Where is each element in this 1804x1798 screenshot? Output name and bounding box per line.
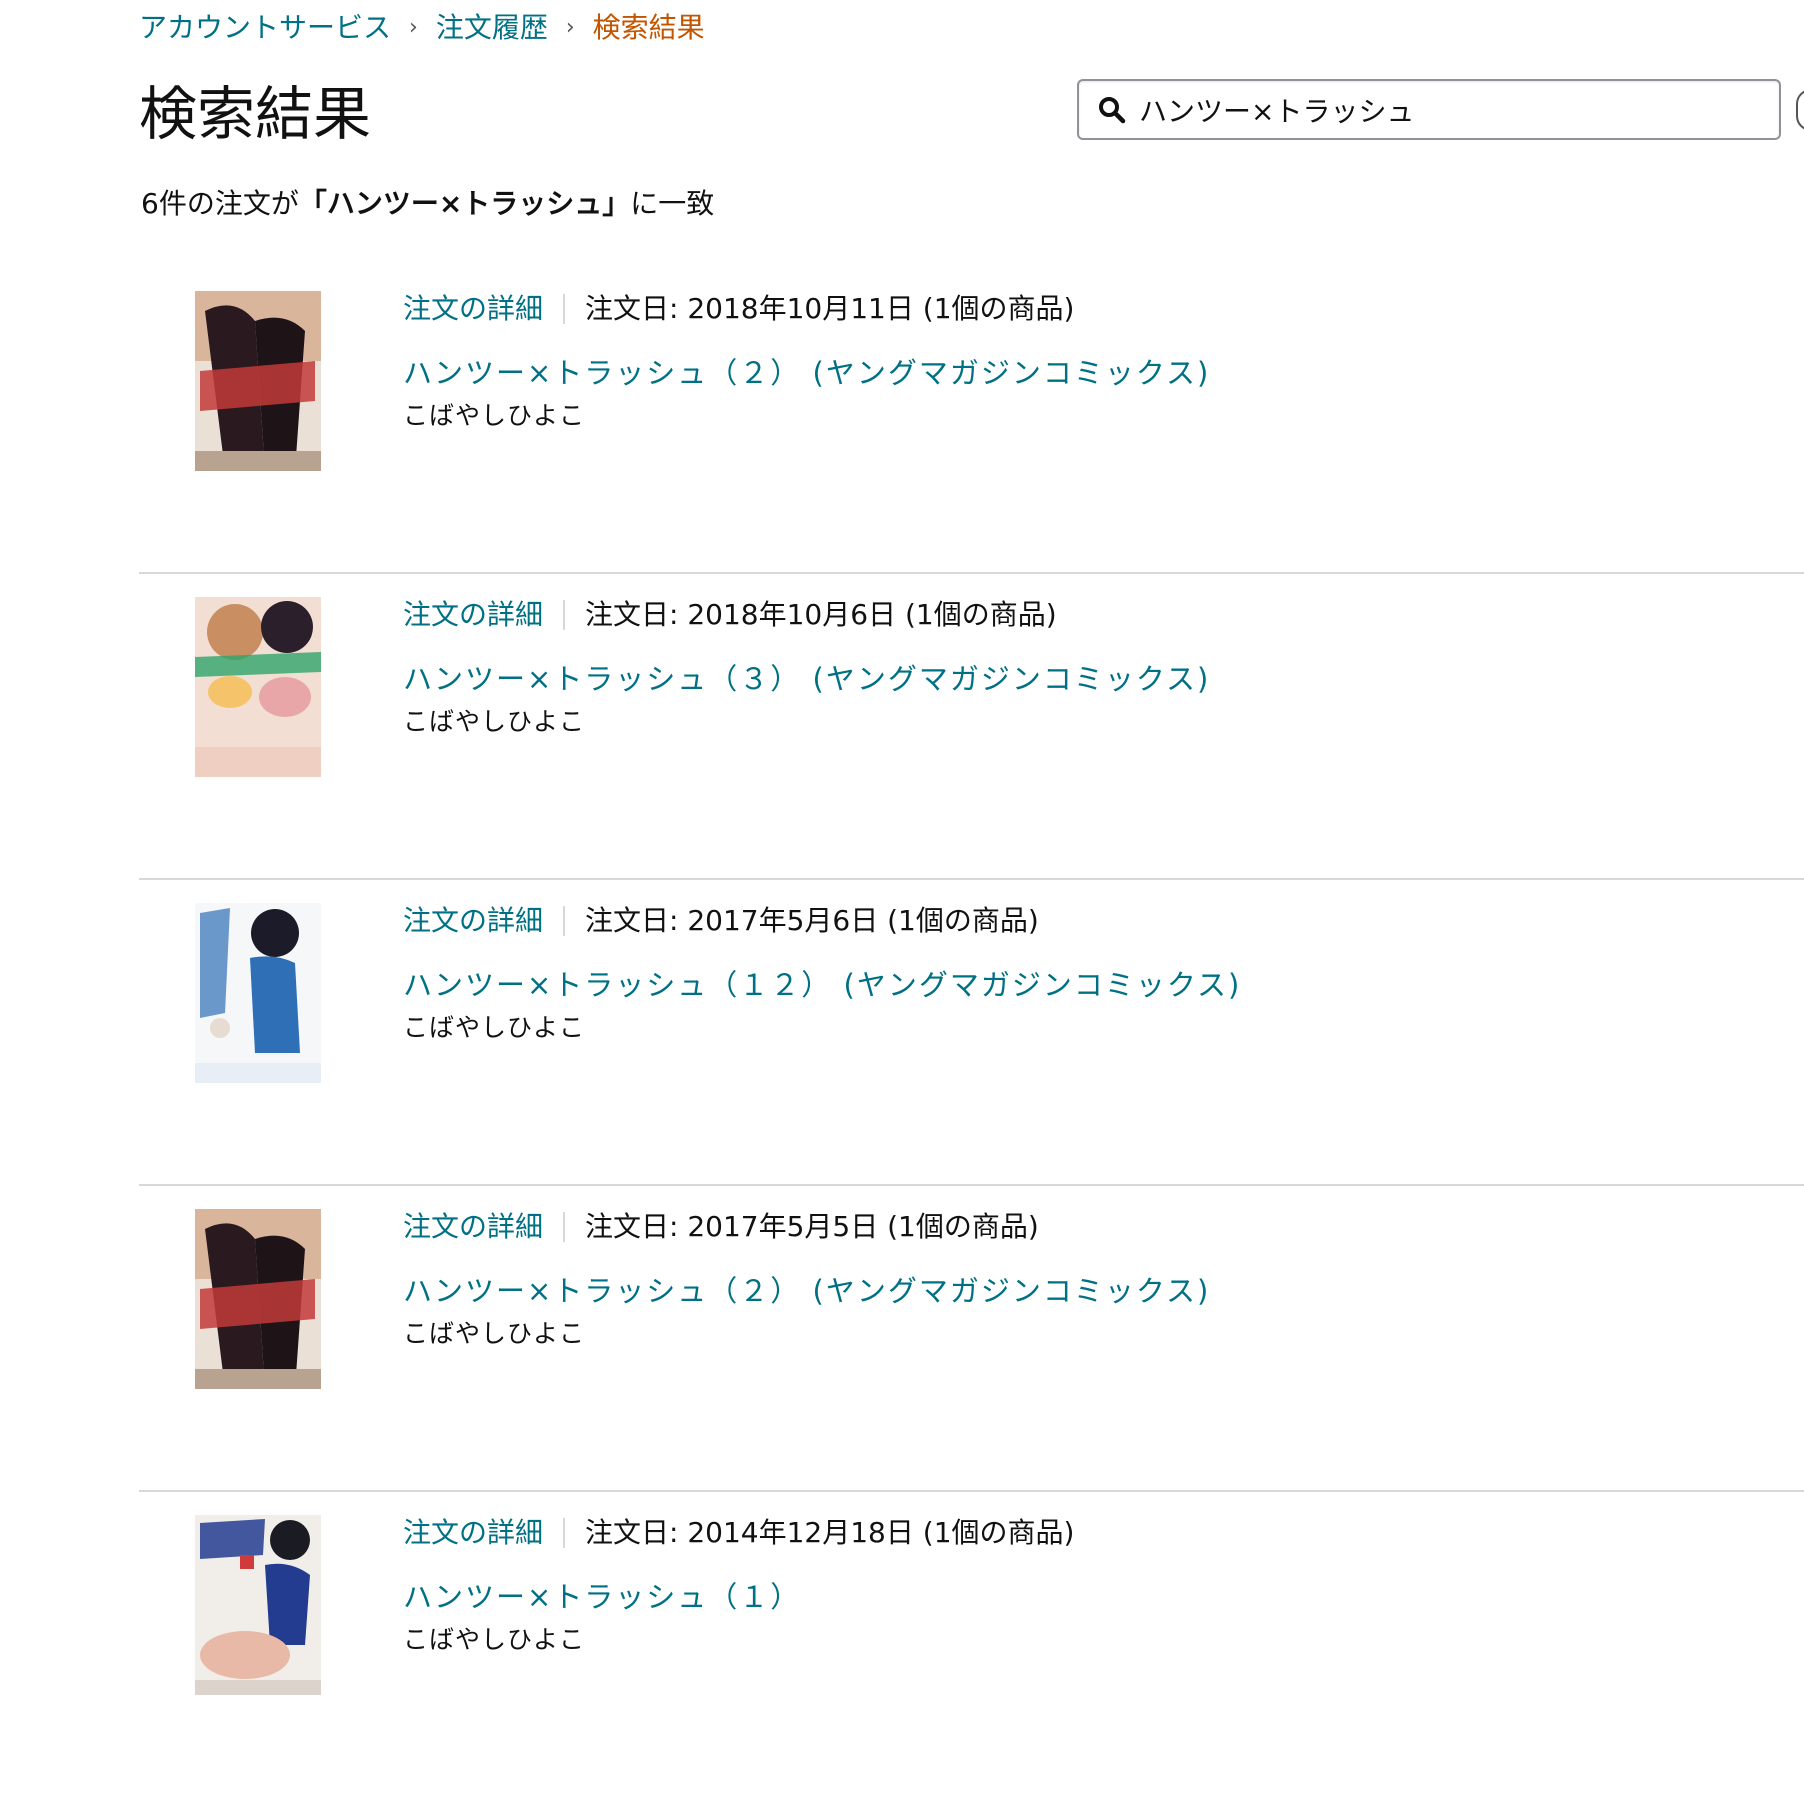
result-summary-prefix: 6件の注文が xyxy=(141,187,299,220)
breadcrumb: アカウントサービス › 注文履歴 › 検索結果 xyxy=(139,8,705,48)
breadcrumb-separator: › xyxy=(565,15,575,40)
order-meta: 注文の詳細 注文日: 2014年12月18日 (1個の商品) xyxy=(403,1512,1074,1554)
result-summary-query: 「ハンツー×トラッシュ」 xyxy=(298,187,631,220)
product-title-link[interactable]: ハンツー×トラッシュ（１２） (ヤングマガジンコミックス) xyxy=(403,964,1241,1006)
search-button[interactable] xyxy=(1796,89,1804,131)
meta-divider xyxy=(563,1212,566,1242)
order-details-link[interactable]: 注文の詳細 xyxy=(403,900,543,942)
order-meta: 注文の詳細 注文日: 2017年5月5日 (1個の商品) xyxy=(403,1206,1039,1248)
order-card: 注文の詳細 注文日: 2017年5月6日 (1個の商品) ハンツー×トラッシュ（… xyxy=(139,880,1804,1186)
order-date: 注文日: 2014年12月18日 (1個の商品) xyxy=(585,1516,1075,1549)
product-title-link[interactable]: ハンツー×トラッシュ（２） (ヤングマガジンコミックス) xyxy=(403,1270,1210,1312)
order-meta: 注文の詳細 注文日: 2018年10月11日 (1個の商品) xyxy=(403,288,1074,330)
product-author: こばやしひよこ xyxy=(403,1013,586,1042)
order-card: 注文の詳細 注文日: 2018年10月11日 (1個の商品) ハンツー×トラッシ… xyxy=(139,268,1804,574)
product-title-link[interactable]: ハンツー×トラッシュ（３） (ヤングマガジンコミックス) xyxy=(403,658,1210,700)
breadcrumb-current: 検索結果 xyxy=(592,11,705,44)
product-author: こばやしひよこ xyxy=(403,707,586,736)
product-author: こばやしひよこ xyxy=(403,1625,586,1654)
order-date: 注文日: 2017年5月5日 (1個の商品) xyxy=(585,1210,1039,1243)
search-icon xyxy=(1099,96,1126,123)
order-details-link[interactable]: 注文の詳細 xyxy=(403,594,543,636)
meta-divider xyxy=(563,294,566,324)
result-summary-suffix: に一致 xyxy=(630,187,715,220)
search-box[interactable] xyxy=(1077,79,1781,140)
book-cover-image[interactable] xyxy=(195,1515,321,1695)
order-meta: 注文の詳細 注文日: 2017年5月6日 (1個の商品) xyxy=(403,900,1039,942)
book-cover-image[interactable] xyxy=(195,1209,321,1389)
page-title: 検索結果 xyxy=(139,80,372,148)
meta-divider xyxy=(563,1518,566,1548)
breadcrumb-link-order-history[interactable]: 注文履歴 xyxy=(436,8,548,48)
breadcrumb-separator: › xyxy=(409,15,418,40)
order-list: 注文の詳細 注文日: 2018年10月11日 (1個の商品) ハンツー×トラッシ… xyxy=(139,268,1804,1798)
order-card: 注文の詳細 注文日: 2017年5月5日 (1個の商品) ハンツー×トラッシュ（… xyxy=(139,1186,1804,1492)
order-card: 注文の詳細 注文日: 2014年12月18日 (1個の商品) ハンツー×トラッシ… xyxy=(139,1492,1804,1798)
product-author: こばやしひよこ xyxy=(403,401,586,430)
order-date: 注文日: 2018年10月11日 (1個の商品) xyxy=(585,292,1075,325)
order-details-link[interactable]: 注文の詳細 xyxy=(403,288,543,330)
meta-divider xyxy=(563,600,566,630)
product-title-link[interactable]: ハンツー×トラッシュ（１） xyxy=(403,1576,801,1618)
meta-divider xyxy=(563,906,566,936)
order-details-link[interactable]: 注文の詳細 xyxy=(403,1206,543,1248)
order-date: 注文日: 2018年10月6日 (1個の商品) xyxy=(585,598,1057,631)
product-author: こばやしひよこ xyxy=(403,1319,586,1348)
result-summary: 6件の注文が「ハンツー×トラッシュ」に一致 xyxy=(141,184,714,224)
order-details-link[interactable]: 注文の詳細 xyxy=(403,1512,543,1554)
order-meta: 注文の詳細 注文日: 2018年10月6日 (1個の商品) xyxy=(403,594,1057,636)
book-cover-image[interactable] xyxy=(195,291,321,471)
order-card: 注文の詳細 注文日: 2018年10月6日 (1個の商品) ハンツー×トラッシュ… xyxy=(139,574,1804,880)
product-title-link[interactable]: ハンツー×トラッシュ（２） (ヤングマガジンコミックス) xyxy=(403,352,1210,394)
order-date: 注文日: 2017年5月6日 (1個の商品) xyxy=(585,904,1039,937)
book-cover-image[interactable] xyxy=(195,903,321,1083)
search-input[interactable] xyxy=(1139,93,1779,126)
breadcrumb-link-account-service[interactable]: アカウントサービス xyxy=(139,8,391,48)
book-cover-image[interactable] xyxy=(195,597,321,777)
